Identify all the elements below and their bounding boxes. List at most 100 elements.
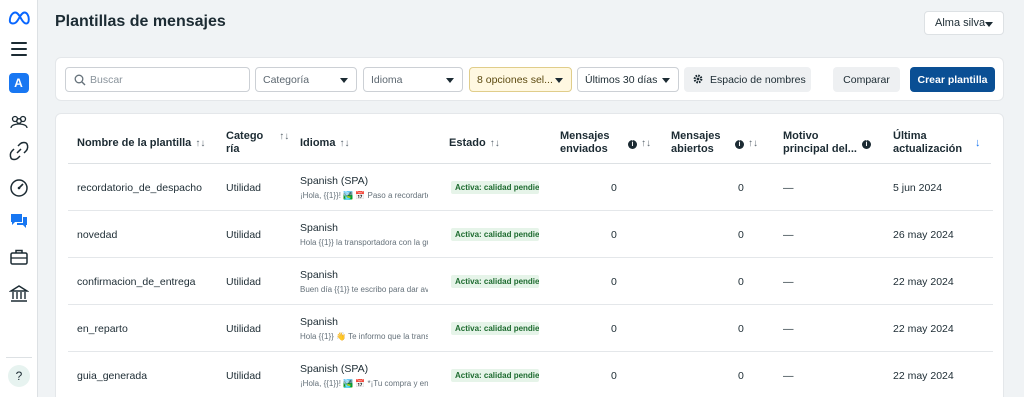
chevron-down-icon bbox=[662, 78, 670, 83]
column-header-name-label: Nombre de la plantilla bbox=[77, 137, 192, 149]
column-header-sent-label-2: enviados bbox=[560, 143, 608, 155]
sort-icon: ↑↓ bbox=[641, 138, 651, 149]
messages-sent: 0 bbox=[611, 182, 617, 194]
column-header-motive[interactable]: Motivo principal del... bbox=[783, 130, 857, 156]
status-badge: Activa: calidad pendiente bbox=[451, 369, 539, 382]
status-badge: Activa: calidad pendiente bbox=[451, 275, 539, 288]
account-name: Alma silva bbox=[935, 17, 986, 29]
template-category: Utilidad bbox=[226, 229, 262, 241]
main-motive: — bbox=[783, 370, 794, 382]
namespace-button-label: Espacio de nombres bbox=[710, 73, 806, 86]
category-dropdown[interactable]: Categoría bbox=[255, 67, 357, 92]
column-header-sent[interactable]: Mensajes enviados bbox=[560, 130, 610, 156]
page-title: Plantillas de mensajes bbox=[55, 13, 226, 30]
table-row[interactable]: recordatorio_de_despacho Utilidad Spanis… bbox=[56, 164, 1003, 211]
table-row[interactable]: en_reparto Utilidad Spanish Hola {{1}} 👋 … bbox=[56, 305, 1003, 352]
category-dropdown-label: Categoría bbox=[263, 73, 310, 86]
column-header-updated[interactable]: Última actualización bbox=[893, 130, 962, 156]
bank-icon[interactable] bbox=[9, 284, 29, 304]
sort-icon: ↑↓ bbox=[748, 138, 758, 149]
status-badge: Activa: calidad pendiente bbox=[451, 322, 539, 335]
last-updated: 5 jun 2024 bbox=[893, 182, 943, 194]
compare-button[interactable]: Comparar bbox=[833, 67, 900, 92]
status-options-dropdown[interactable]: 8 opciones sel... bbox=[469, 67, 572, 92]
language-dropdown-label: Idioma bbox=[371, 73, 403, 86]
search-icon bbox=[74, 74, 86, 86]
template-category: Utilidad bbox=[226, 276, 262, 288]
info-icon[interactable]: i bbox=[628, 140, 637, 149]
sort-icon: ↑↓ bbox=[339, 138, 350, 149]
template-category: Utilidad bbox=[226, 182, 262, 194]
column-header-sent-controls[interactable]: i ↑↓ bbox=[622, 137, 651, 150]
search-input[interactable]: Buscar bbox=[65, 67, 250, 92]
messages-opened: 0 bbox=[738, 323, 744, 335]
meta-logo-icon[interactable] bbox=[8, 10, 30, 26]
column-header-motive-info[interactable]: i bbox=[856, 137, 871, 150]
table-row[interactable]: novedad Utilidad Spanish Hola {{1}} la tr… bbox=[56, 211, 1003, 258]
last-updated: 22 may 2024 bbox=[893, 276, 954, 288]
people-icon[interactable] bbox=[9, 112, 29, 132]
briefcase-icon[interactable] bbox=[9, 247, 29, 267]
template-language: Spanish Buen día {{1}} te escribo para da… bbox=[300, 269, 428, 294]
template-name[interactable]: en_reparto bbox=[77, 323, 128, 335]
language-name: Spanish bbox=[300, 222, 338, 234]
template-name[interactable]: guia_generada bbox=[77, 370, 147, 382]
column-header-motive-label: Motivo bbox=[783, 130, 819, 142]
link-icon[interactable] bbox=[9, 141, 29, 161]
sort-icon: ↑↓ bbox=[195, 138, 206, 149]
sort-icon: ↑↓ bbox=[279, 131, 290, 142]
create-template-button[interactable]: Crear plantilla bbox=[910, 67, 995, 92]
info-icon[interactable]: i bbox=[862, 140, 871, 149]
language-name: Spanish (SPA) bbox=[300, 175, 369, 187]
messages-opened: 0 bbox=[738, 276, 744, 288]
chevron-down-icon bbox=[340, 78, 348, 83]
info-icon[interactable]: i bbox=[735, 140, 744, 149]
messages-opened: 0 bbox=[738, 370, 744, 382]
chat-icon[interactable] bbox=[9, 211, 29, 231]
status-badge: Activa: calidad pendiente bbox=[451, 181, 539, 194]
column-header-status-label: Estado bbox=[449, 137, 486, 149]
help-button[interactable]: ? bbox=[8, 365, 30, 387]
column-header-updated-sort[interactable]: ↓ bbox=[971, 137, 981, 150]
messages-sent: 0 bbox=[611, 370, 617, 382]
account-avatar[interactable]: A bbox=[8, 73, 29, 93]
message-preview: Buen día {{1}} te escribo para dar aviso bbox=[300, 285, 428, 294]
main-motive: — bbox=[783, 323, 794, 335]
template-name[interactable]: confirmacion_de_entrega bbox=[77, 276, 196, 288]
template-category: Utilidad bbox=[226, 370, 262, 382]
template-language: Spanish (SPA) ¡Hola, {{1}}! 🏞️ 📅 *¡Tu com… bbox=[300, 363, 428, 388]
messages-opened: 0 bbox=[738, 229, 744, 241]
main-motive: — bbox=[783, 276, 794, 288]
template-language: Spanish Hola {{1}} 👋 Te informo que la tr… bbox=[300, 316, 428, 341]
column-header-category-label-2: ría bbox=[226, 143, 240, 155]
dashboard-gauge-icon[interactable] bbox=[9, 178, 29, 198]
namespace-button[interactable]: Espacio de nombres bbox=[684, 67, 811, 92]
column-header-language-label: Idioma bbox=[300, 137, 336, 149]
column-header-opened[interactable]: Mensajes abiertos bbox=[671, 130, 721, 156]
message-preview: ¡Hola, {{1}}! 🏞️ 📅 Paso a recordarte bbox=[300, 191, 428, 200]
column-header-motive-label-2: principal del... bbox=[783, 143, 857, 155]
status-options-label: 8 opciones sel... bbox=[477, 73, 553, 86]
account-selector[interactable]: Alma silva bbox=[924, 11, 1004, 35]
column-header-opened-controls[interactable]: i ↑↓ bbox=[729, 137, 758, 150]
language-dropdown[interactable]: Idioma bbox=[363, 67, 463, 92]
gear-icon bbox=[693, 74, 703, 84]
menu-icon[interactable] bbox=[10, 42, 27, 56]
column-header-status[interactable]: Estado ↑↓ bbox=[449, 137, 500, 150]
table-row[interactable]: guia_generada Utilidad Spanish (SPA) ¡Hol… bbox=[56, 352, 1003, 397]
column-header-category[interactable]: Catego ↑↓ ría bbox=[226, 130, 289, 156]
template-name[interactable]: recordatorio_de_despacho bbox=[77, 182, 202, 194]
column-header-name[interactable]: Nombre de la plantilla ↑↓ bbox=[77, 137, 205, 150]
last-updated: 26 may 2024 bbox=[893, 229, 954, 241]
column-header-language[interactable]: Idioma ↑↓ bbox=[300, 137, 349, 150]
column-header-updated-label: Última bbox=[893, 130, 927, 142]
table-row[interactable]: confirmacion_de_entrega Utilidad Spanish… bbox=[56, 258, 1003, 305]
template-language: Spanish (SPA) ¡Hola, {{1}}! 🏞️ 📅 Paso a r… bbox=[300, 175, 428, 200]
column-header-sent-label: Mensajes bbox=[560, 130, 610, 142]
date-range-dropdown[interactable]: Últimos 30 días bbox=[577, 67, 679, 92]
template-language: Spanish Hola {{1}} la transportadora con … bbox=[300, 222, 428, 247]
template-name[interactable]: novedad bbox=[77, 229, 117, 241]
last-updated: 22 may 2024 bbox=[893, 370, 954, 382]
template-category: Utilidad bbox=[226, 323, 262, 335]
column-header-opened-label-2: abiertos bbox=[671, 143, 714, 155]
